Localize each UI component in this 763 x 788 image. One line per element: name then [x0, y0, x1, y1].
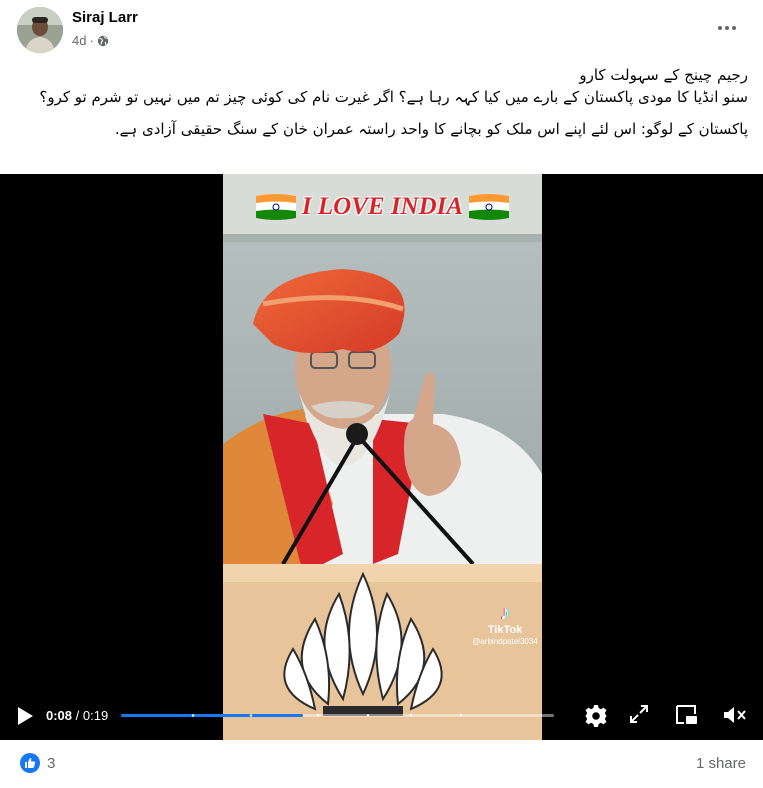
tiktok-watermark: ♪ TikTok @arbindpatel3034	[465, 602, 542, 646]
post-caption: رجیم چینج کے سہولت کارو سنو انڈیا کا مود…	[20, 64, 748, 150]
avatar[interactable]	[17, 7, 63, 53]
duration: 0:19	[82, 708, 109, 723]
india-flag-icon	[255, 194, 296, 220]
video-overlay-title: I LOVE INDIA	[223, 192, 542, 222]
meta-separator: ·	[89, 33, 94, 48]
more-dot	[725, 26, 729, 30]
tiktok-handle: @arbindpatel3034	[472, 637, 538, 646]
thumbs-up-icon	[25, 758, 36, 768]
time-separator: /	[72, 708, 83, 723]
tiktok-logo-icon: ♪	[500, 602, 510, 624]
mute-icon[interactable]	[722, 704, 748, 726]
more-dot	[718, 26, 722, 30]
like-reaction-icon[interactable]	[20, 753, 40, 773]
post-header: Siraj Larr 4d ·	[0, 0, 763, 62]
post-meta: 4d ·	[72, 33, 109, 48]
video-controls: 0:08 / 0:19	[0, 694, 763, 740]
author-name[interactable]: Siraj Larr	[72, 9, 138, 26]
progress-bar[interactable]	[121, 714, 554, 717]
progress-markers	[191, 714, 463, 717]
caption-line: سنو انڈیا کا مودی پاکستان کے بارے میں کی…	[39, 88, 748, 106]
video-still	[223, 174, 542, 740]
profile-photo	[17, 7, 63, 53]
reaction-count[interactable]: 3	[47, 755, 55, 772]
current-time: 0:08	[46, 708, 73, 723]
video-frame[interactable]: I LOVE INDIA ♪ TikTok @arbindpatel3034	[223, 174, 542, 740]
tiktok-brand: TikTok	[487, 624, 523, 636]
picture-in-picture-icon[interactable]	[674, 704, 698, 726]
video-time: 0:08 / 0:19	[46, 708, 108, 723]
play-icon[interactable]	[16, 706, 34, 726]
post-stats: 3 1 share	[0, 740, 763, 788]
video-player[interactable]: I LOVE INDIA ♪ TikTok @arbindpatel3034 0…	[0, 174, 763, 740]
overlay-text: I LOVE INDIA	[301, 193, 464, 220]
settings-gear-icon[interactable]	[584, 704, 608, 728]
post-time[interactable]: 4d	[72, 33, 86, 48]
caption-line: پاکستان کے لوگو: اس لئے اپنے اس ملک کو ب…	[114, 120, 748, 138]
india-flag-icon	[469, 194, 510, 220]
fullscreen-icon[interactable]	[629, 704, 649, 724]
caption-line: رجیم چینج کے سہولت کارو	[579, 66, 748, 84]
more-dot	[732, 26, 736, 30]
share-count[interactable]: 1 share	[696, 755, 746, 772]
globe-icon[interactable]	[97, 35, 109, 47]
more-options-button[interactable]	[712, 16, 742, 40]
